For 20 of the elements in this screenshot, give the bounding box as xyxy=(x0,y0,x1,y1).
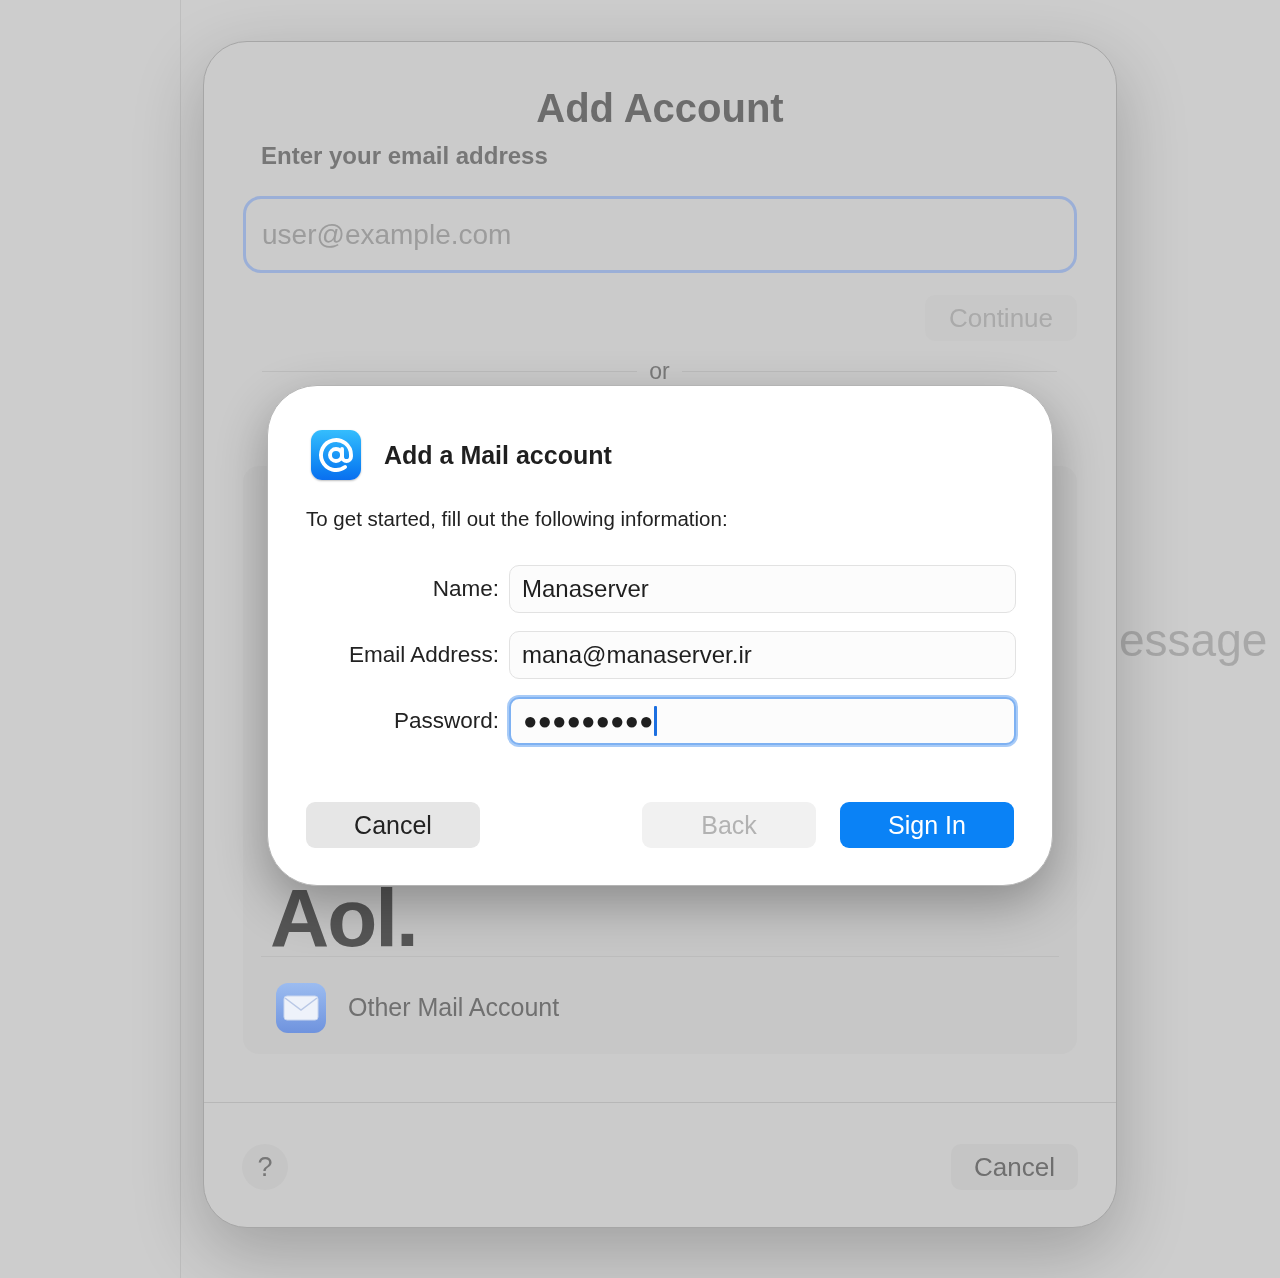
email-prompt-label: Enter your email address xyxy=(261,142,549,170)
field-label: Name: xyxy=(432,575,499,603)
secondary-button[interactable]: Cancel xyxy=(306,802,480,848)
field-label: Password: xyxy=(393,707,499,735)
dialog-title: Add a Mail account xyxy=(384,440,612,470)
primary-button[interactable]: Sign In xyxy=(840,802,1014,848)
text-field[interactable]: mana@manaserver.ir xyxy=(509,631,1016,679)
field-label: Email Address: xyxy=(348,641,499,669)
sheet-title: Add Account xyxy=(535,85,785,132)
text-cursor-icon xyxy=(654,706,658,736)
envelope-icon xyxy=(276,983,326,1033)
separator-label: or xyxy=(649,358,670,384)
cancel-button[interactable]: Cancel xyxy=(951,1144,1078,1190)
text-field[interactable]: Manaserver xyxy=(509,565,1016,613)
at-sign-icon xyxy=(311,430,361,480)
text-field[interactable]: ●●●●●●●●● xyxy=(509,697,1016,745)
provider-option[interactable]: Aol. xyxy=(270,886,417,950)
provider-option[interactable]: Other Mail Account xyxy=(276,983,560,1033)
help-button[interactable]: ? xyxy=(242,1144,288,1190)
instructions-text: To get started, fill out the following information: xyxy=(306,507,729,531)
